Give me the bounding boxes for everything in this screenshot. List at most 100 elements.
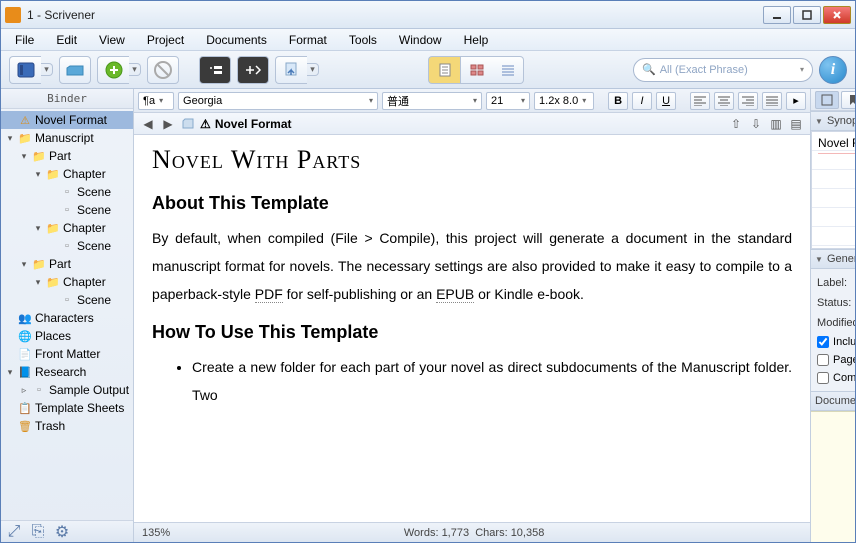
menu-documents[interactable]: Documents xyxy=(196,31,277,49)
nav-split-h-icon[interactable]: ▥ xyxy=(768,116,784,132)
compile-button[interactable] xyxy=(275,56,307,84)
doc-icon: ▫ xyxy=(59,203,75,217)
tree-item[interactable]: 🌐Places xyxy=(1,327,133,345)
inspector-tab-bookmarks[interactable] xyxy=(841,91,855,109)
tree-item[interactable]: ▾📁Chapter xyxy=(1,219,133,237)
tree-item[interactable]: ▫Scene xyxy=(1,291,133,309)
font-size-picker[interactable]: 21▾ xyxy=(486,92,530,110)
format-more-button[interactable]: ▸ xyxy=(786,92,806,110)
tree-item[interactable]: ▾📁Part xyxy=(1,147,133,165)
italic-button[interactable]: I xyxy=(632,92,652,110)
outliner-button[interactable] xyxy=(237,56,269,84)
font-variant-picker[interactable]: 普通▾ xyxy=(382,92,482,110)
inspector-toggle-button[interactable]: i xyxy=(819,56,847,84)
view-document-button[interactable] xyxy=(428,56,460,84)
bold-button[interactable]: B xyxy=(608,92,628,110)
close-button[interactable] xyxy=(823,6,851,24)
tree-item[interactable]: ▫Scene xyxy=(1,183,133,201)
synopsis-card[interactable]: Novel Format xyxy=(811,131,855,249)
menu-format[interactable]: Format xyxy=(279,31,337,49)
align-left-button[interactable] xyxy=(690,92,710,110)
menu-view[interactable]: View xyxy=(89,31,135,49)
align-justify-button[interactable] xyxy=(762,92,782,110)
binder-toggle-dropdown[interactable]: ▾ xyxy=(41,63,53,76)
tree-expander-icon[interactable]: ▹ xyxy=(19,385,29,396)
menu-file[interactable]: File xyxy=(5,31,44,49)
binder-settings-icon[interactable]: ⚙ xyxy=(53,524,71,540)
tree-item-label: Scene xyxy=(77,185,111,199)
menu-edit[interactable]: Edit xyxy=(46,31,87,49)
editor-content[interactable]: Novel With Parts About This Template By … xyxy=(134,135,810,522)
nav-split-v-icon[interactable]: ▤ xyxy=(788,116,804,132)
tree-item[interactable]: 📋Template Sheets xyxy=(1,399,133,417)
tree-expander-icon[interactable]: ▾ xyxy=(19,259,29,270)
search-dropdown-icon[interactable]: ▾ xyxy=(800,65,804,74)
tree-item[interactable]: 👥Characters xyxy=(1,309,133,327)
menu-window[interactable]: Window xyxy=(389,31,452,49)
menu-tools[interactable]: Tools xyxy=(339,31,387,49)
tree-expander-icon[interactable]: ▾ xyxy=(5,367,15,378)
add-dropdown[interactable]: ▾ xyxy=(129,63,141,76)
underline-button[interactable]: U xyxy=(656,92,676,110)
collection-button[interactable] xyxy=(59,56,91,84)
nav-path-icon[interactable] xyxy=(180,116,196,132)
font-picker[interactable]: Georgia▾ xyxy=(178,92,378,110)
meta-include-checkbox[interactable]: Include in Compile xyxy=(817,333,855,351)
minimize-button[interactable] xyxy=(763,6,791,24)
binder-footer: ⤢ ⎘ ⚙ xyxy=(1,520,133,542)
meta-compileas-checkbox[interactable]: Compile As-Is xyxy=(817,369,855,387)
inspector-tab-notes[interactable] xyxy=(815,91,839,109)
trash-button[interactable] xyxy=(147,56,179,84)
binder-hoist-icon[interactable]: ⎘ xyxy=(29,524,47,540)
compile-dropdown[interactable]: ▾ xyxy=(307,63,319,76)
menu-project[interactable]: Project xyxy=(137,31,194,49)
menu-help[interactable]: Help xyxy=(454,31,499,49)
meta-header[interactable]: ▼General Meta-Data xyxy=(811,249,855,269)
binder-expand-icon[interactable]: ⤢ xyxy=(5,524,23,540)
add-button[interactable] xyxy=(97,56,129,84)
tree-item[interactable]: ▾📁Part xyxy=(1,255,133,273)
editor-statusbar: 135% Words: 1,773 Chars: 10,358 xyxy=(134,522,810,542)
nav-back-button[interactable]: ◀ xyxy=(140,116,156,132)
align-center-button[interactable] xyxy=(714,92,734,110)
tree-item[interactable]: ▫Scene xyxy=(1,237,133,255)
tree-item[interactable]: 📄Front Matter xyxy=(1,345,133,363)
places-icon: 🌐 xyxy=(17,329,33,343)
line-spacing-picker[interactable]: 1.2x 8.0▾ xyxy=(534,92,594,110)
nav-up-button[interactable]: ⇧ xyxy=(728,116,744,132)
document-notes-area[interactable] xyxy=(811,411,855,542)
binder-tree[interactable]: ⚠Novel Format▾📁Manuscript▾📁Part▾📁Chapter… xyxy=(1,109,133,520)
docnotes-header[interactable]: Document Notes⇅ xyxy=(811,391,855,411)
tree-item[interactable]: ▾📁Chapter xyxy=(1,273,133,291)
binder-header: Binder xyxy=(1,89,133,109)
meta-pagebreak-checkbox[interactable]: Page Break Before xyxy=(817,351,855,369)
folder-icon: 📁 xyxy=(17,131,33,145)
zoom-level[interactable]: 135% xyxy=(134,527,178,539)
tree-item[interactable]: ▾📘Research xyxy=(1,363,133,381)
nav-forward-button[interactable]: ▶ xyxy=(160,116,176,132)
synopsis-header[interactable]: ▼Synopsis ⇅ ▣ xyxy=(811,111,855,131)
tree-item[interactable]: ▾📁Chapter xyxy=(1,165,133,183)
maximize-button[interactable] xyxy=(793,6,821,24)
tree-item-label: Chapter xyxy=(63,167,106,181)
tree-expander-icon[interactable]: ▾ xyxy=(19,151,29,162)
tree-expander-icon[interactable]: ▾ xyxy=(33,277,43,288)
tree-item[interactable]: ▫Scene xyxy=(1,201,133,219)
corkboard-button[interactable] xyxy=(199,56,231,84)
meta-modified-label: Modified: xyxy=(817,317,855,329)
binder-toggle-button[interactable] xyxy=(9,56,41,84)
tree-expander-icon[interactable]: ▾ xyxy=(33,223,43,234)
align-right-button[interactable] xyxy=(738,92,758,110)
tree-item[interactable]: ▹▫Sample Output xyxy=(1,381,133,399)
tree-item[interactable]: ▾📁Manuscript xyxy=(1,129,133,147)
tree-expander-icon[interactable]: ▾ xyxy=(5,133,15,144)
nav-down-button[interactable]: ⇩ xyxy=(748,116,764,132)
style-picker[interactable]: ¶a▾ xyxy=(138,92,174,110)
tree-item[interactable]: 🗑Trash xyxy=(1,417,133,435)
view-outliner-button[interactable] xyxy=(492,56,524,84)
inspector-tabs: n ▸ xyxy=(811,89,855,111)
search-input[interactable]: 🔍 All (Exact Phrase) ▾ xyxy=(633,58,813,82)
tree-expander-icon[interactable]: ▾ xyxy=(33,169,43,180)
view-corkboard-button[interactable] xyxy=(460,56,492,84)
tree-item[interactable]: ⚠Novel Format xyxy=(1,111,133,129)
